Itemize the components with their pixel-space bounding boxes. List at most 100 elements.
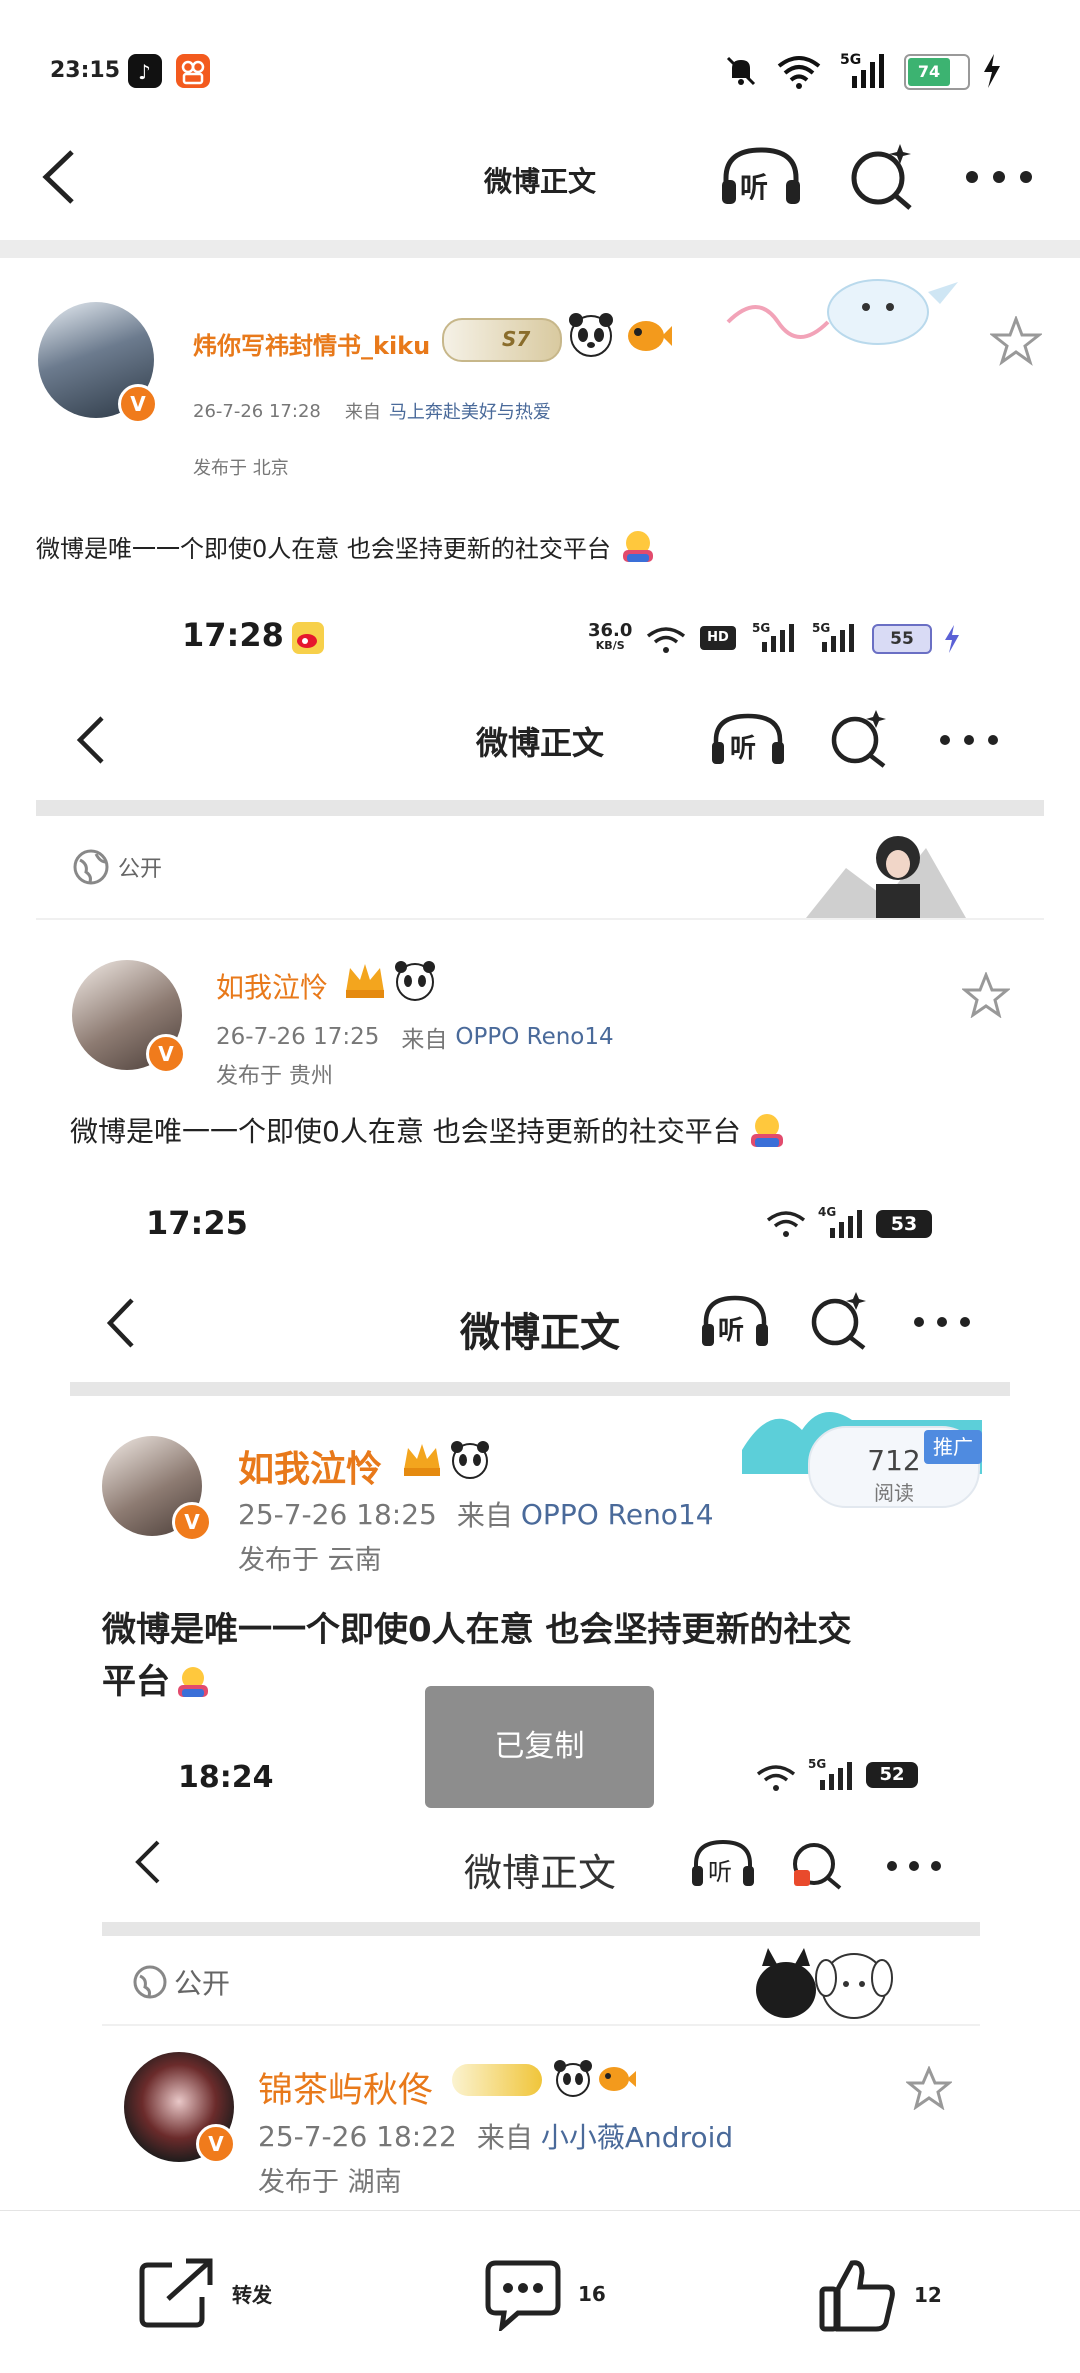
shot1-source-prefix: 来自 [401, 1027, 448, 1053]
shot3-search-icon [790, 1834, 846, 1892]
shot1-timestamp: 26-7-26 17:25 [216, 1024, 380, 1050]
charging-icon [980, 52, 1004, 90]
comment-count: 16 [578, 2282, 606, 2306]
wifi-icon [775, 52, 823, 90]
cellular-5g-icon: 5G [838, 48, 892, 90]
shot1-signal-icon-1: 5G [752, 620, 800, 654]
member-level-text: S7 [502, 327, 531, 351]
svg-text:5G: 5G [840, 52, 861, 68]
nav-divider [0, 240, 1080, 258]
like-thumb-icon [819, 2260, 895, 2332]
page-title: 微博正文 [483, 165, 596, 198]
shot2-verified-badge-icon: V [172, 1502, 212, 1542]
embedded-screenshot-2: 17:25 4G 53 微博正文 听 V 如我泣怜 712 阅读 推广 25-7… [0, 1190, 1080, 1730]
shot1-listen-label: 听 [730, 734, 757, 764]
status-bar: 23:15 ♪ 5G 74 [0, 0, 1080, 120]
fish-badge-icon [624, 312, 672, 356]
shot2-divider [70, 1382, 1010, 1396]
shot1-visibility-label: 公开 [118, 857, 163, 882]
shot1-net-speed: 36.0 KB/S [588, 620, 633, 652]
tiktok-app-icon: ♪ [128, 54, 162, 88]
shot2-battery: 53 [876, 1210, 932, 1238]
shot1-status-time: 17:28 [182, 616, 284, 654]
post-source-link[interactable]: 马上奔赴美好与热爱 [389, 398, 551, 424]
shot1-panda-badge-icon [392, 958, 438, 1002]
shot1-net-speed-value: 36.0 [588, 620, 633, 641]
svg-text:4G: 4G [818, 1205, 836, 1219]
more-options-icon[interactable] [964, 170, 1034, 184]
shot3-visibility-label: 公开 [174, 1967, 231, 2000]
favorite-star-icon[interactable] [990, 316, 1042, 366]
mute-icon [722, 52, 760, 90]
listen-label: 听 [740, 171, 769, 204]
shot3-source-prefix: 来自 [476, 2121, 533, 2154]
post-location: 发布于 北京 [193, 458, 289, 479]
shot1-signal-icon-2: 5G [812, 620, 860, 654]
shot3-location: 发布于 湖南 [258, 2167, 402, 2198]
shot1-net-speed-unit: KB/S [595, 639, 625, 652]
like-count: 12 [914, 2283, 942, 2307]
weibo-app-icon [292, 622, 324, 654]
shot3-panda-badge-icon [552, 2058, 594, 2098]
card-decoration [718, 262, 968, 362]
shot3-wifi-icon [756, 1762, 796, 1792]
shot2-search-icon [808, 1288, 870, 1352]
shot3-globe-icon [133, 1965, 167, 1999]
shot1-battery: 55 [872, 624, 932, 654]
globe-icon [73, 849, 109, 885]
shot2-wifi-icon [766, 1208, 806, 1238]
search-icon[interactable] [848, 140, 916, 212]
shot2-post-text-line2: 平台 [102, 1662, 170, 1702]
shot3-fish-badge-icon [596, 2060, 636, 2096]
shot2-listen-icon: 听 [700, 1292, 770, 1350]
shot2-source: OPPO Reno14 [520, 1497, 714, 1531]
shot3-row-divider [102, 2024, 980, 2026]
author-name[interactable]: 炜你写祎封情书_kiku [193, 326, 430, 361]
shot2-source-prefix: 来自 [456, 1499, 513, 1532]
shot2-signal-icon: 4G [818, 1204, 868, 1240]
source-prefix: 来自 [344, 402, 381, 423]
member-level-badge: S7 [442, 318, 562, 362]
post-meta-line: 26-7-26 17:28 来自 马上奔赴美好与热爱 [193, 398, 551, 424]
shot1-star-icon [962, 972, 1010, 1018]
shot2-nav-title: 微博正文 [460, 1310, 620, 1356]
embedded-screenshot-1: 17:28 36.0 KB/S HD 5G 5G 55 微博正文 听 公开 V … [0, 600, 1080, 1200]
shot3-meta-line: 25-7-26 18:22 来自 小小薇Android [258, 2116, 733, 2156]
shot1-decoration-portrait [806, 828, 966, 918]
shot1-hd-icon: HD [700, 626, 736, 650]
shot3-author-name: 锦茶屿秋佟 [258, 2071, 434, 2111]
shot3-source: 小小薇Android [540, 2121, 734, 2154]
shot3-verified-badge-icon: V [196, 2124, 236, 2164]
hug-emoji-icon [619, 528, 657, 564]
shot2-hug-emoji-icon [174, 1664, 212, 1700]
shot2-location: 发布于 云南 [238, 1545, 382, 1576]
like-button[interactable]: 12 [818, 2257, 942, 2333]
shot2-crown-badge-icon [400, 1438, 444, 1478]
shot1-divider [36, 800, 1044, 816]
shot2-timestamp: 25-7-26 18:25 [238, 1497, 437, 1531]
shot1-crown-badge-icon [342, 958, 388, 1000]
shot1-hug-emoji-icon [747, 1111, 787, 1149]
shot3-cat-dog-decoration [726, 1938, 916, 2024]
top-nav-bar: 微博正文 听 [0, 120, 1080, 240]
battery-icon: 74 [904, 54, 970, 90]
shot1-charging-icon [942, 624, 962, 654]
shot1-source: OPPO Reno14 [455, 1024, 614, 1050]
listen-button[interactable]: 听 [718, 144, 804, 210]
repost-button[interactable]: 转发 [138, 2257, 272, 2329]
svg-text:5G: 5G [812, 621, 830, 635]
shot1-listen-icon: 听 [710, 710, 786, 768]
shot3-battery: 52 [866, 1762, 918, 1788]
svg-text:♪: ♪ [138, 60, 151, 84]
shot2-more-icon [912, 1316, 972, 1328]
comment-button[interactable]: 16 [484, 2257, 606, 2331]
shot1-meta-line: 26-7-26 17:25 来自 OPPO Reno14 [216, 1020, 614, 1054]
shot1-verified-badge-icon: V [146, 1034, 186, 1074]
shot3-member-badge [452, 2064, 542, 2096]
shot1-post-text: 微博是唯一一个即使0人在意 也会坚持更新的社交平台 [70, 1110, 787, 1150]
shot1-visibility: 公开 [72, 848, 162, 886]
shot1-row-divider [36, 918, 1044, 920]
shot1-author-name: 如我泣怜 [216, 971, 329, 1004]
shot2-post-text-line1: 微博是唯一一个即使0人在意 也会坚持更新的社交 [102, 1610, 852, 1650]
shot1-more-icon [938, 734, 1000, 746]
